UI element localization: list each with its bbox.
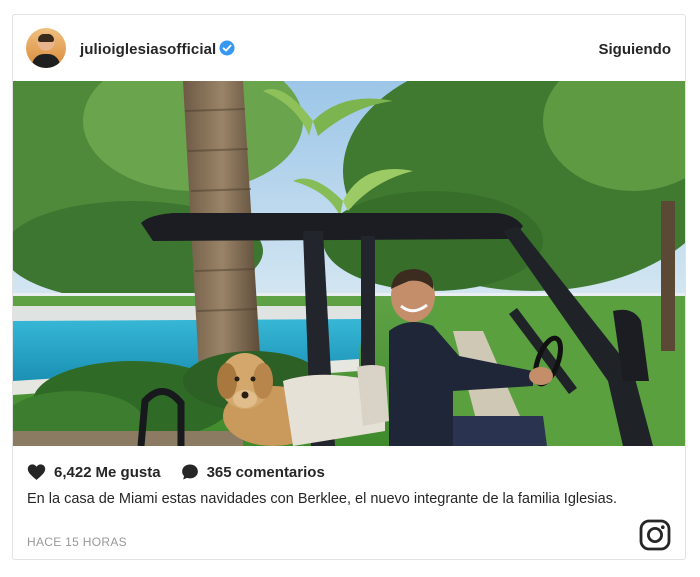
comment-bubble-icon[interactable]	[181, 463, 199, 481]
verified-badge-icon	[219, 40, 235, 56]
likes-label: Me gusta	[95, 463, 161, 481]
avatar-hair	[38, 34, 54, 42]
avatar-suit	[32, 54, 60, 68]
avatar[interactable]	[26, 28, 66, 68]
engagement-bar: 6,422 Me gusta 365 comentarios	[27, 462, 325, 482]
post-header: julioiglesiasofficial Siguiendo	[13, 15, 685, 81]
instagram-logo-icon[interactable]	[639, 519, 671, 551]
likes-count: 6,422	[54, 463, 92, 481]
comments-count: 365	[206, 463, 232, 481]
golf-cart-dog-photo	[13, 81, 685, 446]
heart-icon[interactable]	[27, 463, 46, 481]
post-timestamp[interactable]: HACE 15 HORAS	[27, 535, 127, 549]
post-photo[interactable]	[13, 81, 685, 446]
comments-label: comentarios	[235, 463, 325, 481]
follow-status-button[interactable]: Siguiendo	[599, 41, 672, 58]
username-link[interactable]: julioiglesiasofficial	[80, 41, 216, 58]
post-caption: En la casa de Miami estas navidades con …	[27, 491, 617, 507]
instagram-embed-card: julioiglesiasofficial Siguiendo 6,422 Me…	[12, 14, 686, 560]
